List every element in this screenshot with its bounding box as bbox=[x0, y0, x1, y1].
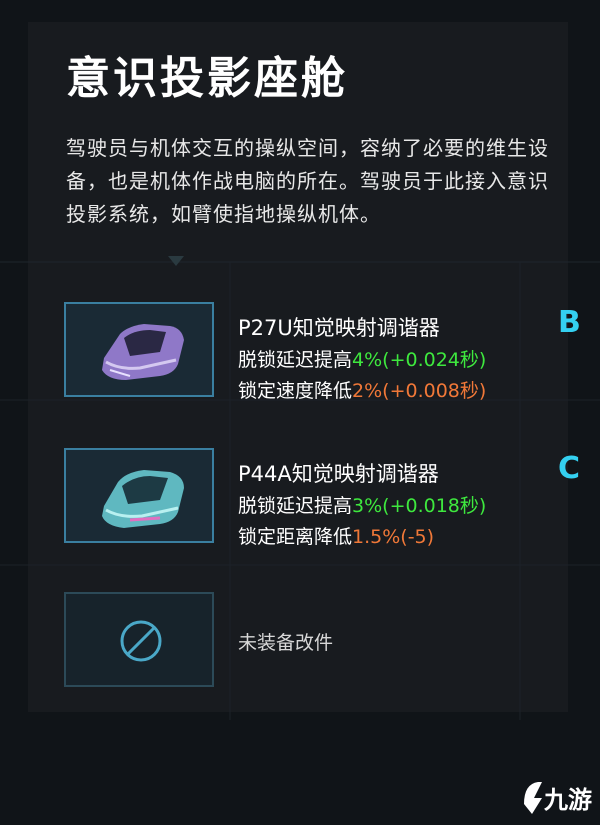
teal-car-icon bbox=[102, 470, 184, 528]
module-slot-2[interactable] bbox=[64, 448, 214, 543]
module-description: 驾驶员与机体交互的操纵空间，容纳了必要的维生设备，也是机体作战电脑的所在。驾驶员… bbox=[66, 136, 549, 226]
module-stat-1a: 脱锁延迟提高4%(+0.024秒) bbox=[238, 349, 487, 371]
module-slot-1[interactable] bbox=[64, 302, 214, 397]
module-stat-1b: 锁定速度降低2%(+0.008秒) bbox=[238, 380, 487, 402]
grade-badge-1: B bbox=[558, 305, 581, 340]
empty-slot-label: 未装备改件 bbox=[238, 632, 334, 654]
empty-module-slot[interactable] bbox=[64, 592, 214, 687]
prohibited-icon bbox=[120, 620, 162, 662]
watermark-text: 九游 bbox=[544, 786, 592, 814]
page-title: 意识投影座舱 bbox=[66, 53, 348, 104]
divider-arrow-icon bbox=[168, 256, 184, 266]
module-name-2: P44A知觉映射调谐器 bbox=[238, 462, 439, 486]
purple-car-icon bbox=[102, 324, 184, 380]
background-grid bbox=[0, 261, 600, 720]
grade-badge-2: C bbox=[558, 451, 581, 486]
module-stat-2a: 脱锁延迟提高3%(+0.018秒) bbox=[238, 495, 487, 517]
module-stat-2b: 锁定距离降低1.5%(-5) bbox=[238, 526, 435, 548]
module-name-1: P27U知觉映射调谐器 bbox=[238, 316, 440, 340]
